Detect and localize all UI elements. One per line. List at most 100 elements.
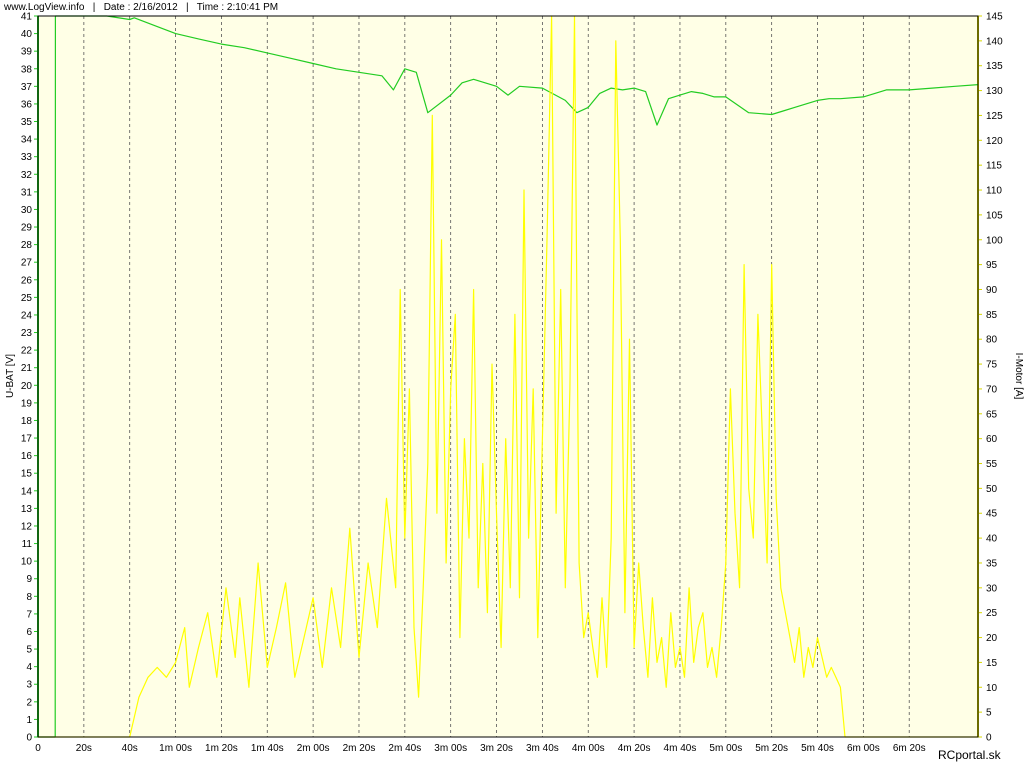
right-tick-label: 5 [986,708,992,719]
left-tick-label: 8 [26,592,32,603]
left-tick-label: 16 [21,451,33,462]
x-tick-label: 1m 00s [159,743,192,754]
left-tick-label: 40 [21,29,33,40]
x-tick-label: 2m 00s [297,743,330,754]
right-tick-label: 20 [986,633,998,644]
left-tick-label: 28 [21,240,33,251]
right-tick-label: 80 [986,335,998,346]
x-tick-label: 5m 00s [709,743,742,754]
left-tick-label: 25 [21,293,33,304]
left-tick-label: 17 [21,434,33,445]
right-tick-label: 135 [986,61,1003,72]
x-tick-label: 3m 00s [434,743,467,754]
left-axis-title: U-BAT [V] [5,354,16,398]
x-axis: 0 20s 40s 1m 00s 1m 20s 1m 40s 2m 00s 2m 20s 2m … [35,743,925,754]
x-tick-label: 6m 20s [893,743,926,754]
left-tick-label: 39 [21,47,33,58]
right-tick-label: 120 [986,136,1003,147]
left-tick-label: 20 [21,381,33,392]
x-tick-label: 4m 40s [664,743,697,754]
right-tick-label: 15 [986,658,998,669]
left-tick-label: 23 [21,328,33,339]
left-tick-label: 14 [21,486,33,497]
right-tick-label: 45 [986,509,998,520]
right-tick-label: 30 [986,583,998,594]
right-tick-label: 125 [986,111,1003,122]
right-tick-label: 145 [986,12,1003,23]
x-tick-label: 20s [76,743,92,754]
left-tick-label: 13 [21,504,33,515]
left-tick-label: 36 [21,99,33,110]
left-tick-label: 4 [26,662,32,673]
left-tick-label: 29 [21,223,33,234]
right-tick-label: 55 [986,459,998,470]
x-tick-label: 4m 20s [618,743,651,754]
x-tick-label: 5m 40s [801,743,834,754]
left-tick-label: 5 [26,645,32,656]
log-chart: 0123456789101112131415161718192021222324… [5,12,1024,755]
right-tick-label: 60 [986,434,998,445]
x-tick-label: 3m 40s [526,743,559,754]
left-axis: 0123456789101112131415161718192021222324… [21,12,39,744]
right-tick-label: 110 [986,186,1002,197]
plot-background [38,16,978,737]
right-axis: 0 5 10 15 20 25 30 35 40 45 50 55 60 65 70 75 80 85 90 95 10… [977,12,1003,744]
left-tick-label: 31 [21,187,33,198]
left-tick-label: 2 [26,697,32,708]
right-tick-label: 0 [986,733,992,744]
left-tick-label: 38 [21,64,33,75]
left-tick-label: 41 [21,12,33,23]
left-tick-label: 32 [21,170,33,181]
right-tick-label: 75 [986,360,998,371]
left-tick-label: 37 [21,82,33,93]
left-tick-label: 1 [26,715,32,726]
right-tick-label: 85 [986,310,998,321]
x-tick-label: 1m 40s [251,743,284,754]
x-tick-label: 6m 00s [847,743,880,754]
right-tick-label: 90 [986,285,998,296]
right-axis-title: I-Motor [A] [1013,353,1024,400]
left-tick-label: 30 [21,205,33,216]
x-tick-label: 0 [35,743,41,754]
right-tick-label: 10 [986,683,998,694]
right-tick-label: 100 [986,235,1003,246]
x-tick-label: 1m 20s [205,743,238,754]
left-tick-label: 3 [26,680,32,691]
right-tick-label: 40 [986,534,998,545]
left-tick-label: 12 [21,521,33,532]
right-tick-label: 140 [986,36,1003,47]
x-tick-label: 2m 20s [343,743,376,754]
x-tick-label: 4m 00s [572,743,605,754]
left-tick-label: 22 [21,346,33,357]
left-tick-label: 9 [26,574,32,585]
left-tick-label: 7 [26,609,32,620]
right-tick-label: 130 [986,86,1003,97]
left-tick-label: 6 [26,627,32,638]
left-tick-label: 0 [26,733,32,744]
left-tick-label: 15 [21,469,33,480]
left-tick-label: 34 [21,135,33,146]
x-tick-label: 5m 20s [755,743,788,754]
right-tick-label: 70 [986,384,998,395]
watermark: RCportal.sk [938,748,1001,762]
right-tick-label: 35 [986,558,998,569]
x-tick-label: 2m 40s [388,743,421,754]
left-tick-label: 19 [21,398,33,409]
right-tick-label: 105 [986,210,1003,221]
left-tick-label: 24 [21,310,33,321]
left-tick-label: 35 [21,117,33,128]
left-tick-label: 18 [21,416,33,427]
right-tick-label: 50 [986,484,998,495]
right-tick-label: 95 [986,260,998,271]
left-tick-label: 33 [21,152,33,163]
right-tick-label: 25 [986,608,998,619]
x-tick-label: 40s [122,743,138,754]
left-tick-label: 27 [21,258,33,269]
left-tick-label: 21 [21,363,33,374]
left-tick-label: 11 [22,539,33,550]
right-tick-label: 65 [986,409,998,420]
left-tick-label: 26 [21,275,33,286]
left-tick-label: 10 [21,557,33,568]
x-tick-label: 3m 20s [480,743,513,754]
right-tick-label: 115 [986,161,1002,172]
